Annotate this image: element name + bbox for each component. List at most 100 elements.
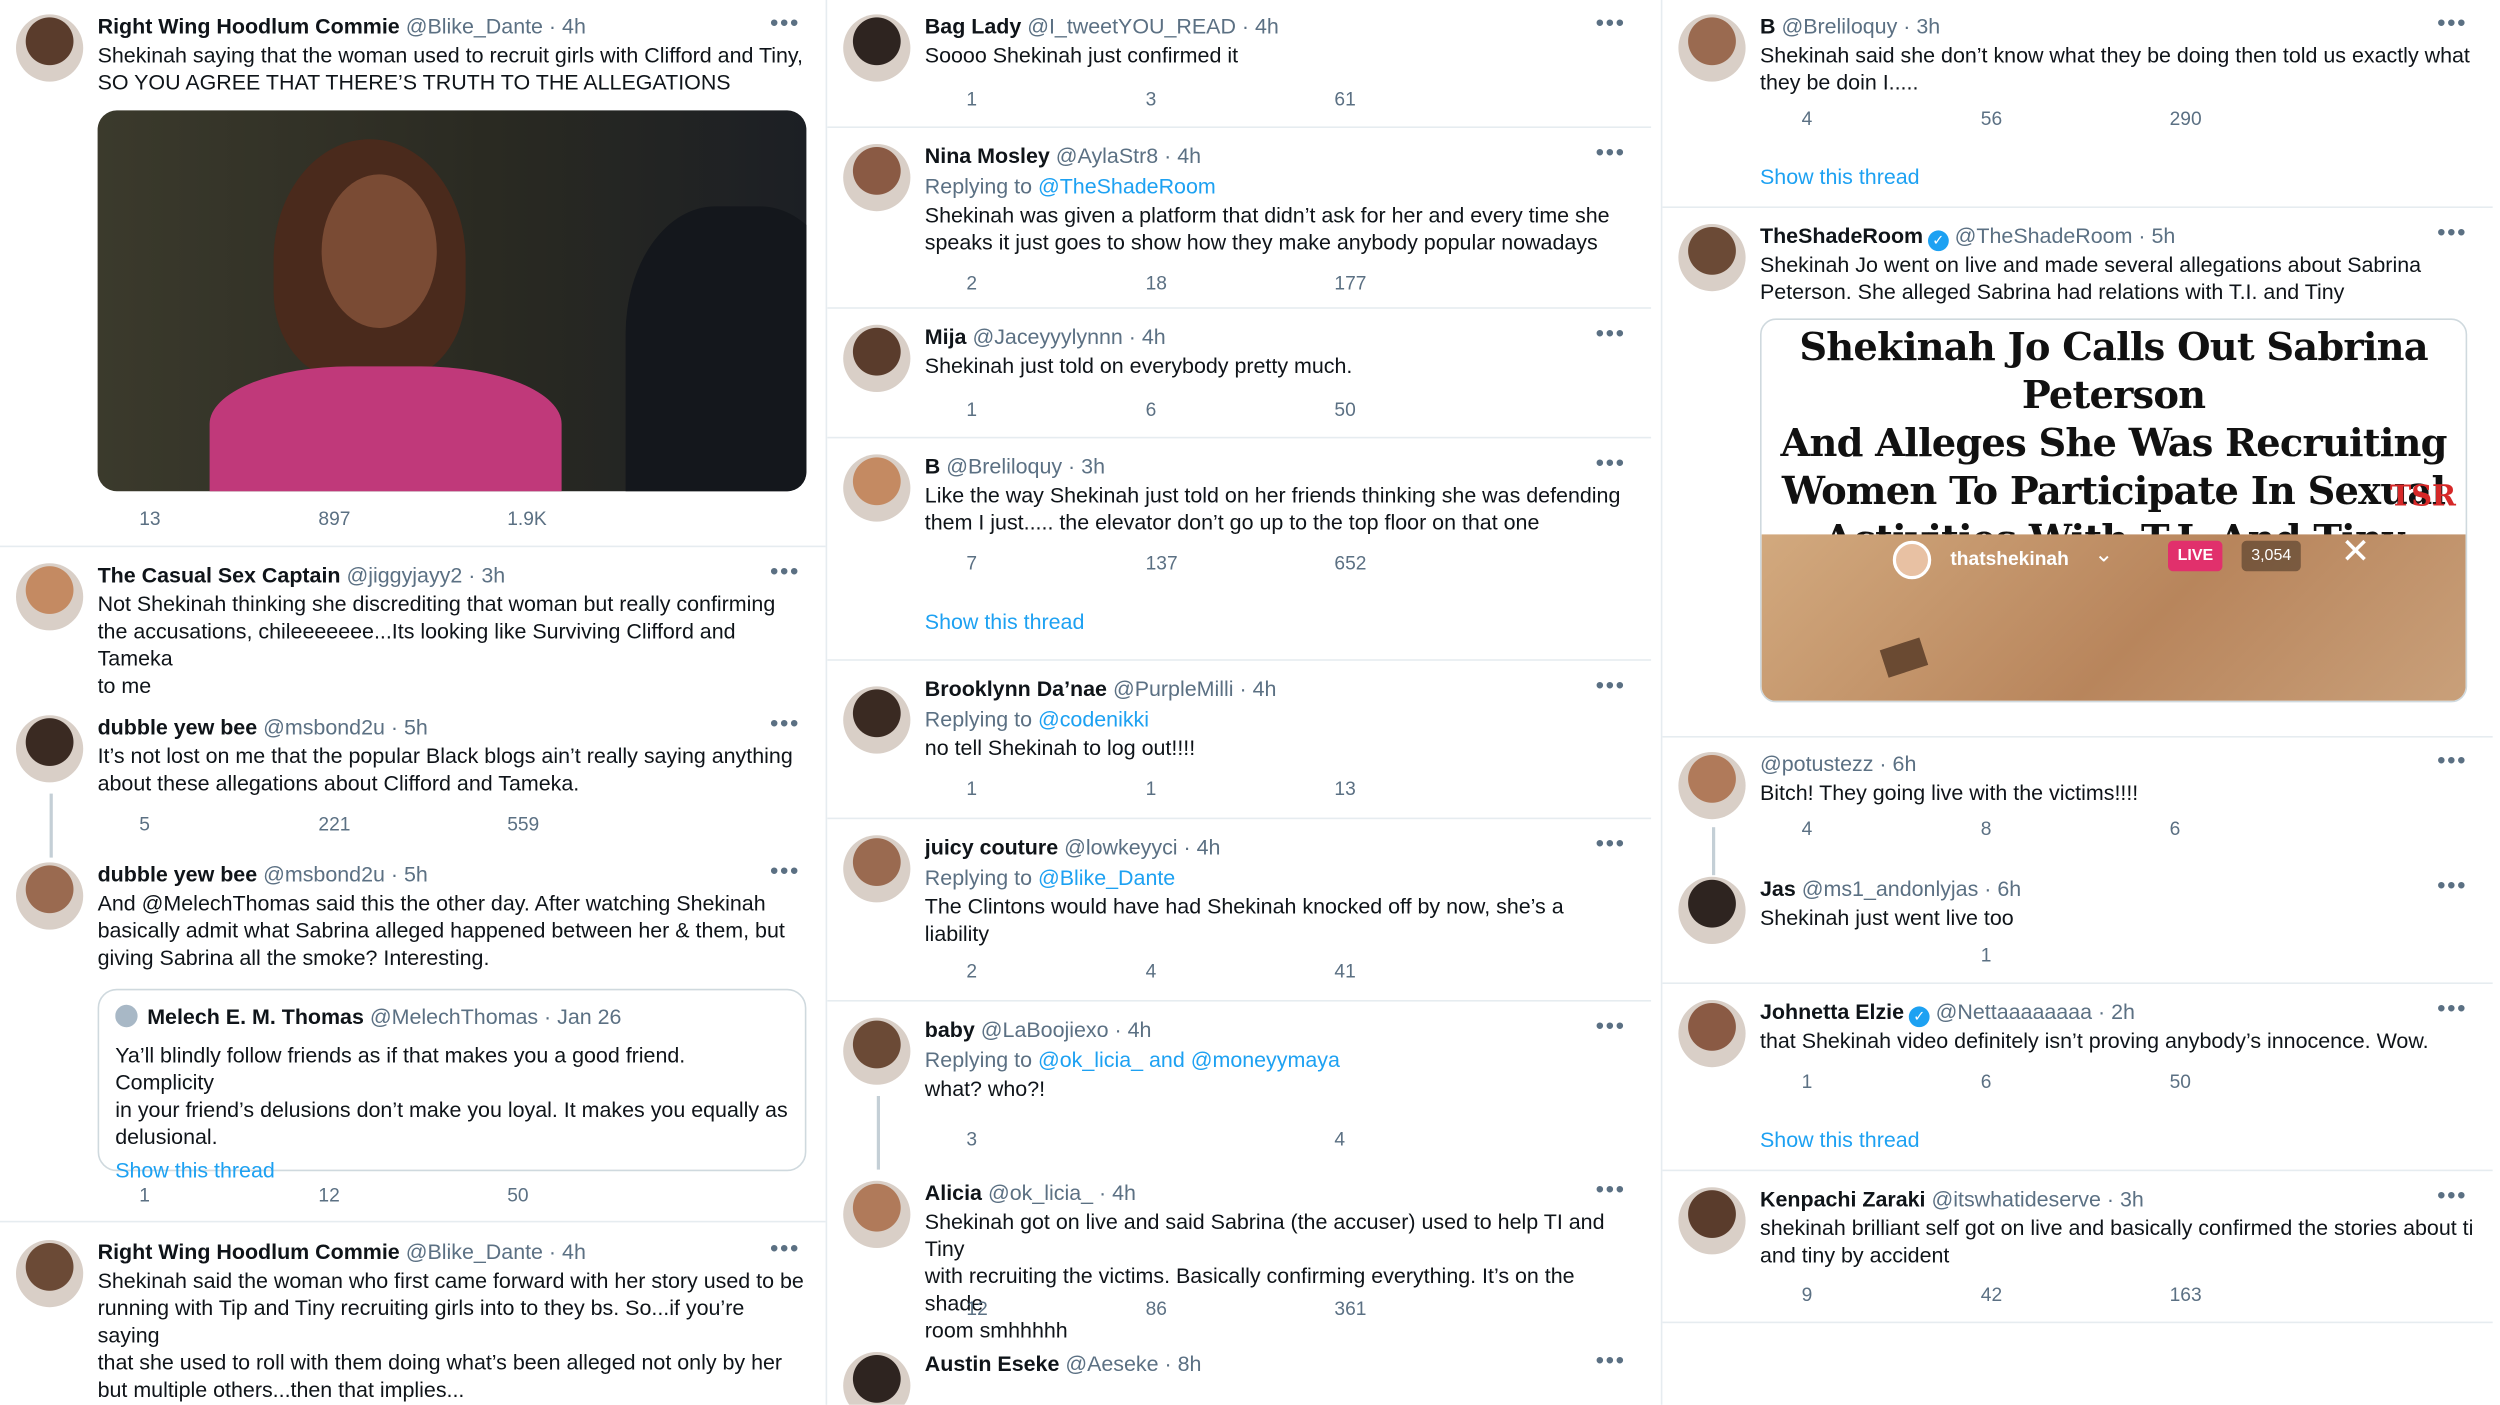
tweet[interactable]: @potustezz · 6h Bitch! They going live wi… <box>1662 738 2492 876</box>
display-name[interactable]: Johnetta Elzie <box>1760 1000 1904 1024</box>
like-button[interactable]: 4 <box>1293 1126 1345 1152</box>
avatar[interactable] <box>1678 1187 1746 1255</box>
like-button[interactable]: 652 <box>1293 550 1366 576</box>
show-this-thread-link[interactable]: Show this thread <box>115 1155 789 1185</box>
retweet-button[interactable]: 1 <box>1939 942 1992 968</box>
display-name[interactable]: Kenpachi Zaraki <box>1760 1187 1926 1211</box>
retweet-button[interactable]: 86 <box>1104 1296 1167 1322</box>
avatar[interactable] <box>16 715 84 783</box>
like-button[interactable]: 361 <box>1293 1296 1366 1322</box>
tweet[interactable]: Mija @Jaceyyylynnn · 4h Shekinah just tol… <box>827 310 1652 439</box>
more-options-icon[interactable]: ••• <box>2437 747 2467 774</box>
retweet-button[interactable]: 18 <box>1104 270 1167 296</box>
avatar[interactable] <box>843 835 911 903</box>
like-button[interactable]: 163 <box>2128 1282 2202 1308</box>
more-options-icon[interactable]: ••• <box>770 710 800 737</box>
share-button[interactable] <box>1488 397 1514 423</box>
more-options-icon[interactable]: ••• <box>1596 450 1626 477</box>
reply-button[interactable]: 9 <box>1760 1282 1813 1308</box>
handle[interactable]: @Jaceyyylynnn <box>972 325 1122 349</box>
tweet[interactable]: Nina Mosley @AylaStr8 · 4h Replying to @T… <box>827 130 1652 309</box>
retweet-button[interactable]: 4 <box>1104 958 1157 984</box>
timestamp[interactable]: 4h <box>1253 677 1277 701</box>
show-this-thread-link[interactable]: Show this thread <box>1760 1128 1920 1152</box>
timestamp[interactable]: 4h <box>562 1240 586 1264</box>
like-button[interactable]: 1.9K <box>466 506 547 532</box>
media-image[interactable]: Shekinah Jo Calls Out Sabrina Peterson An… <box>1760 318 2468 703</box>
like-button[interactable]: 61 <box>1293 86 1355 112</box>
tweet[interactable]: B @Breliloquy · 3h Like the way Shekinah … <box>827 440 1652 661</box>
replying-to-handle[interactable]: @ok_licia_ and @moneyymaya <box>1038 1048 1340 1072</box>
more-options-icon[interactable]: ••• <box>1596 672 1626 699</box>
tweet[interactable]: Bag Lady @I_tweetYOU_READ · 4h Soooo Shek… <box>827 0 1652 128</box>
display-name[interactable]: dubble yew bee <box>98 715 258 739</box>
reply-button[interactable]: 1 <box>1760 1069 1813 1095</box>
timestamp[interactable]: 8h <box>1178 1352 1202 1376</box>
avatar[interactable] <box>843 686 911 754</box>
media-image[interactable] <box>97 110 807 492</box>
timestamp[interactable]: 4h <box>1112 1181 1136 1205</box>
replying-to-handle[interactable]: @TheShadeRoom <box>1038 174 1216 198</box>
more-options-icon[interactable]: ••• <box>770 1235 800 1262</box>
handle[interactable]: @LaBoojiexo <box>981 1018 1109 1042</box>
timestamp[interactable]: 4h <box>1142 325 1166 349</box>
timestamp[interactable]: 6h <box>1893 752 1917 776</box>
avatar[interactable] <box>1678 1000 1746 1068</box>
display-name[interactable]: juicy couture <box>925 835 1058 859</box>
timestamp[interactable]: 4h <box>1128 1018 1152 1042</box>
display-name[interactable]: TheShadeRoom <box>1760 224 1923 248</box>
more-options-icon[interactable]: ••• <box>1596 830 1626 857</box>
retweet-button[interactable]: 8 <box>1939 816 1992 842</box>
share-button[interactable] <box>2323 1282 2349 1308</box>
handle[interactable]: @potustezz <box>1760 752 1873 776</box>
like-button[interactable]: 290 <box>2128 106 2202 132</box>
replying-to-handle[interactable]: @Blike_Dante <box>1038 866 1175 890</box>
more-options-icon[interactable]: ••• <box>1596 1013 1626 1040</box>
like-button[interactable]: 41 <box>1293 958 1355 984</box>
display-name[interactable]: Right Wing Hoodlum Commie <box>98 1240 400 1264</box>
share-button[interactable] <box>661 506 687 532</box>
more-options-icon[interactable]: ••• <box>2437 995 2467 1022</box>
timestamp[interactable]: 5h <box>2152 224 2176 248</box>
handle[interactable]: @ms1_andonlyjas <box>1802 877 1979 901</box>
handle[interactable]: @Blike_Dante <box>406 1240 543 1264</box>
more-options-icon[interactable]: ••• <box>2437 219 2467 246</box>
timestamp[interactable]: 3h <box>2120 1187 2144 1211</box>
reply-button[interactable]: 4 <box>1760 816 1813 842</box>
retweet-button[interactable]: 1 <box>1104 776 1157 802</box>
handle[interactable]: @Nettaaaaaaaa <box>1936 1000 2092 1024</box>
avatar[interactable] <box>16 563 84 631</box>
like-button[interactable]: 50 <box>466 1182 528 1208</box>
reply-button[interactable]: 1 <box>925 86 977 112</box>
avatar[interactable] <box>1678 876 1746 944</box>
like-button[interactable]: 50 <box>2128 1069 2191 1095</box>
like-button[interactable]: 50 <box>1293 397 1355 423</box>
handle[interactable]: @Breliloquy <box>946 454 1062 478</box>
avatar[interactable] <box>843 1017 911 1085</box>
reply-button[interactable]: 1 <box>98 1182 150 1208</box>
reply-button[interactable]: 2 <box>925 958 977 984</box>
share-button[interactable] <box>1488 958 1514 984</box>
handle[interactable]: @msbond2u <box>263 862 385 886</box>
share-button[interactable] <box>1488 1126 1514 1152</box>
tweet[interactable]: baby @LaBoojiexo · 4h Replying to @ok_lic… <box>827 1003 1651 1170</box>
display-name[interactable]: Austin Eseke <box>925 1352 1060 1376</box>
display-name[interactable]: Right Wing Hoodlum Commie <box>98 14 400 38</box>
more-options-icon[interactable]: ••• <box>1596 139 1626 166</box>
timestamp[interactable]: 4h <box>1197 835 1221 859</box>
display-name[interactable]: Nina Mosley <box>925 144 1050 168</box>
share-button[interactable] <box>2323 942 2349 968</box>
tweet[interactable]: Right Wing Hoodlum Commie @Blike_Dante ·… <box>0 1226 826 1405</box>
handle[interactable]: @Blike_Dante <box>406 14 543 38</box>
retweet-button[interactable]: 42 <box>1939 1282 2002 1308</box>
timestamp[interactable]: 3h <box>481 563 505 587</box>
handle[interactable]: @msbond2u <box>263 715 385 739</box>
show-this-thread-link[interactable]: Show this thread <box>1760 165 1920 189</box>
retweet-button[interactable]: 221 <box>277 811 350 837</box>
reply-button[interactable]: 1 <box>925 397 977 423</box>
timestamp[interactable]: 2h <box>2111 1000 2135 1024</box>
reply-button[interactable]: 12 <box>925 1296 987 1322</box>
retweet-button[interactable]: 897 <box>277 506 350 532</box>
retweet-button[interactable]: 6 <box>1104 397 1157 423</box>
like-button[interactable] <box>2128 942 2170 968</box>
